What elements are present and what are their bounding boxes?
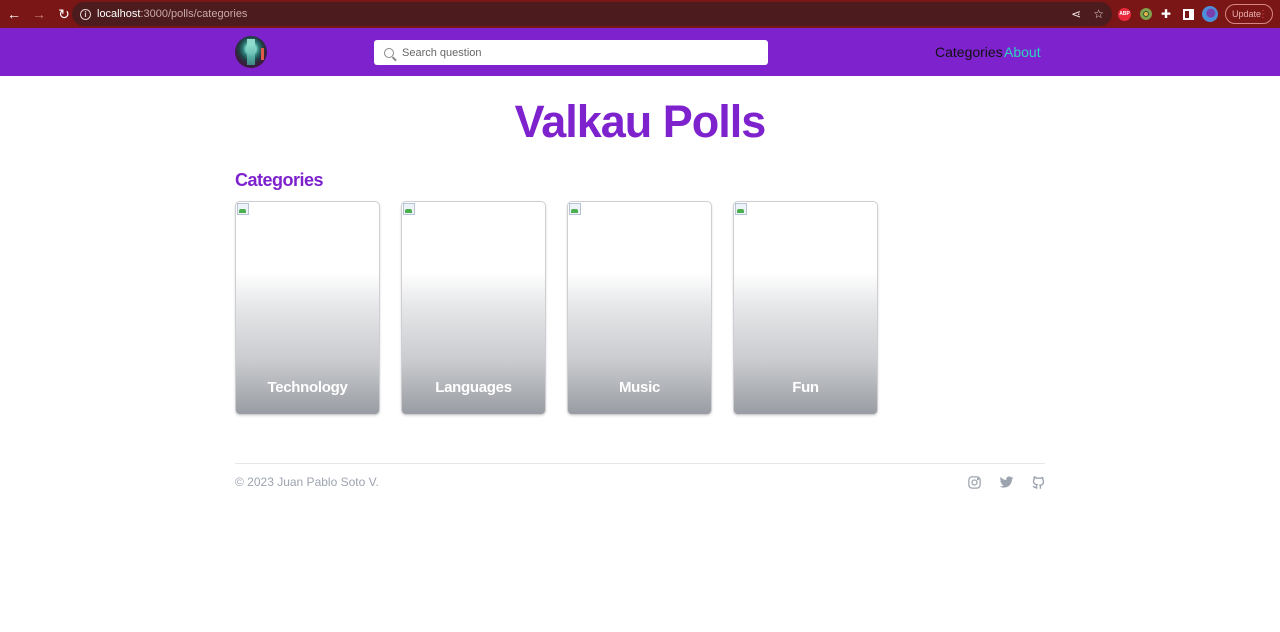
- nav-link-about[interactable]: About: [1004, 44, 1041, 60]
- category-card-fun[interactable]: Fun: [733, 201, 878, 415]
- copyright-text: © 2023 Juan Pablo Soto V.: [235, 475, 379, 489]
- update-button[interactable]: Update: [1225, 4, 1273, 24]
- back-button[interactable]: ←: [3, 3, 25, 25]
- adblock-icon[interactable]: ABP: [1118, 0, 1131, 28]
- forward-button[interactable]: →: [28, 3, 50, 25]
- broken-image-icon: [237, 203, 249, 215]
- twitter-icon[interactable]: [998, 474, 1014, 490]
- search-icon: [384, 47, 394, 58]
- site-logo[interactable]: [235, 36, 267, 68]
- bookmark-star-icon[interactable]: ☆: [1093, 7, 1104, 21]
- category-card-languages[interactable]: Languages: [401, 201, 546, 415]
- category-label: Languages: [435, 379, 512, 396]
- url-host: localhost: [97, 8, 141, 20]
- category-label: Technology: [267, 379, 348, 396]
- category-label: Music: [618, 379, 660, 396]
- url-text: localhost:3000/polls/categories: [97, 8, 247, 20]
- search-bar: [374, 40, 768, 65]
- url-path: :3000/polls/categories: [140, 8, 248, 20]
- section-title: Categories: [235, 170, 324, 190]
- category-card-technology[interactable]: Technology: [235, 201, 380, 415]
- share-icon[interactable]: ⋖: [1071, 7, 1081, 21]
- navbar: Categories About: [0, 28, 1280, 76]
- nav-link-categories[interactable]: Categories: [935, 44, 1003, 60]
- category-card-music[interactable]: Music: [567, 201, 712, 415]
- page-title: Valkau Polls: [514, 96, 767, 147]
- target-extension-icon[interactable]: [1140, 0, 1152, 28]
- github-icon[interactable]: [1030, 474, 1046, 490]
- instagram-icon[interactable]: [966, 474, 982, 490]
- broken-image-icon: [403, 203, 415, 215]
- puzzle-extensions-icon[interactable]: ✚: [1161, 0, 1171, 28]
- category-list: Technology Languages Music Fun: [235, 201, 878, 415]
- side-panel-icon[interactable]: [1183, 0, 1194, 28]
- search-input[interactable]: [402, 46, 752, 59]
- footer-divider: [235, 463, 1045, 464]
- profile-avatar[interactable]: [1202, 0, 1218, 28]
- broken-image-icon: [735, 203, 747, 215]
- browser-toolbar: ← → ↻ i localhost:3000/polls/categories …: [0, 0, 1280, 28]
- address-bar[interactable]: i localhost:3000/polls/categories ⋖ ☆: [72, 2, 1112, 26]
- site-info-icon[interactable]: i: [80, 8, 91, 20]
- broken-image-icon: [569, 203, 581, 215]
- category-label: Fun: [792, 379, 819, 396]
